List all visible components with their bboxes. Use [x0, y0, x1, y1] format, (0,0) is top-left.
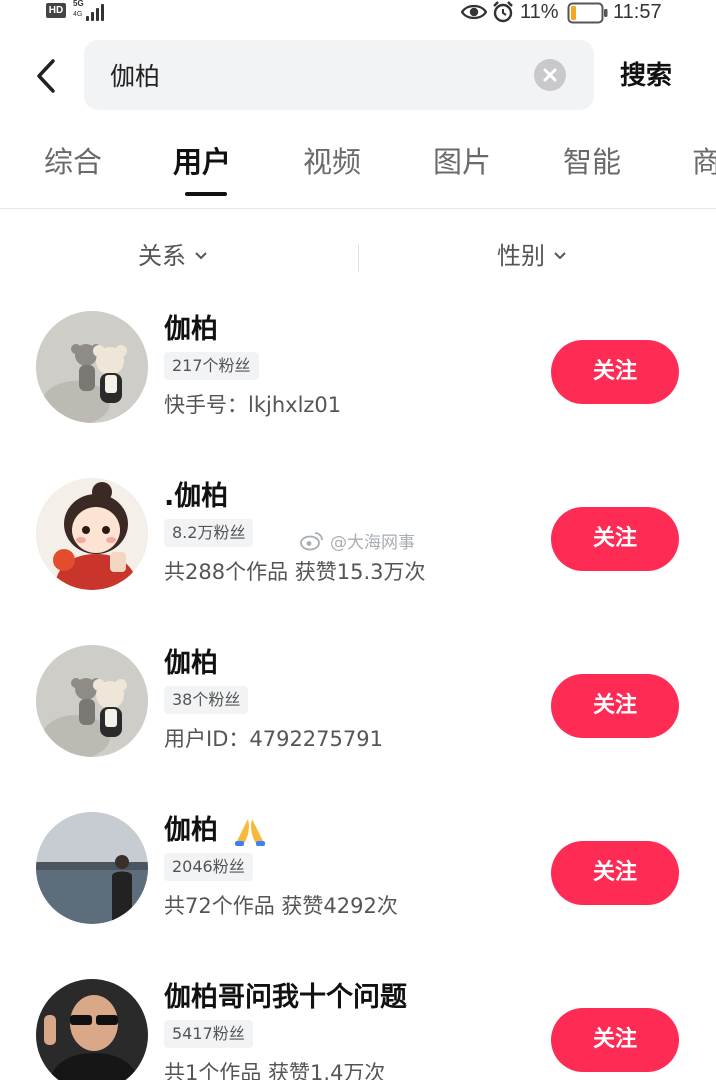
user-meta: 用户ID：4792275791 — [164, 727, 383, 751]
bear-figurine-avatar — [36, 311, 148, 423]
fans-count-badge: 2046粉丝 — [164, 853, 253, 881]
avatar[interactable] — [36, 645, 148, 757]
man-by-water-avatar — [36, 812, 148, 924]
clear-search-button[interactable] — [534, 59, 566, 91]
tab-smart[interactable]: 智能 — [563, 142, 621, 182]
user-name: .伽柏 — [164, 481, 229, 512]
tab-images[interactable]: 图片 — [433, 142, 491, 182]
hd-badge: HD — [46, 3, 66, 18]
relation-filter-label: 关系 — [138, 242, 186, 270]
user-name: 伽柏 — [164, 813, 267, 849]
result-tabs: 综合 用户 视频 图片 智能 商 — [0, 130, 716, 209]
user-row[interactable]: 伽柏 217个粉丝 快手号：lkjhxlz01 关注 — [0, 296, 716, 463]
eye-icon — [461, 4, 487, 20]
user-name: 伽柏哥问我十个问题 — [164, 982, 407, 1013]
battery-percent: 11% — [520, 1, 559, 23]
avatar[interactable] — [36, 311, 148, 423]
fans-count-badge: 5417粉丝 — [164, 1020, 253, 1048]
bear-figurine-avatar — [36, 645, 148, 757]
user-list: 伽柏 217个粉丝 快手号：lkjhxlz01 关注 .伽柏 8.2万粉丝 共2… — [0, 296, 716, 1080]
user-row[interactable]: 伽柏 38个粉丝 用户ID：4792275791 关注 — [0, 630, 716, 797]
user-meta: 共1个作品 获赞1.4万次 — [164, 1061, 386, 1080]
chevron-down-icon — [195, 252, 207, 260]
user-name: 伽柏 — [164, 314, 218, 345]
active-tab-indicator — [185, 192, 227, 196]
signal-icon — [86, 3, 110, 21]
user-name-text: 伽柏 — [164, 815, 218, 846]
filter-divider — [358, 244, 359, 272]
tab-all[interactable]: 综合 — [44, 142, 102, 182]
user-meta: 快手号：lkjhxlz01 — [164, 393, 342, 417]
praying-hands-icon — [235, 818, 266, 846]
follow-button[interactable]: 关注 — [551, 841, 679, 905]
chevron-down-icon — [554, 252, 566, 260]
status-bar: HD 5G 4G 11% 11:57 — [0, 0, 716, 26]
follow-button[interactable]: 关注 — [551, 674, 679, 738]
tab-users[interactable]: 用户 — [173, 142, 231, 182]
back-arrow-icon — [37, 59, 55, 93]
avatar[interactable] — [36, 979, 148, 1080]
clock: 11:57 — [613, 1, 662, 23]
follow-button[interactable]: 关注 — [551, 340, 679, 404]
close-icon — [543, 68, 557, 82]
cartoon-girl-avatar — [36, 478, 148, 590]
tab-shop[interactable]: 商 — [692, 142, 716, 182]
user-row[interactable]: 伽柏 2046粉丝 共72个作品 获赞4292次 关注 — [0, 797, 716, 964]
user-name: 伽柏 — [164, 648, 218, 679]
watermark: @大海网事 — [300, 528, 415, 553]
avatar[interactable] — [36, 478, 148, 590]
fans-count-badge: 38个粉丝 — [164, 686, 249, 714]
gender-filter[interactable]: 性别 — [497, 238, 567, 274]
man-sunglasses-avatar — [36, 979, 148, 1080]
user-meta: 共288个作品 获赞15.3万次 — [164, 560, 426, 584]
tab-videos[interactable]: 视频 — [303, 142, 361, 182]
gender-filter-label: 性别 — [497, 242, 545, 270]
filter-bar: 关系 性别 — [0, 230, 716, 286]
follow-button[interactable]: 关注 — [551, 1008, 679, 1072]
follow-button[interactable]: 关注 — [551, 507, 679, 571]
network-indicator: 5G 4G — [73, 0, 113, 22]
battery-icon — [567, 2, 608, 24]
network-4g-label: 4G — [73, 11, 83, 18]
alarm-icon — [493, 1, 513, 23]
search-header: 搜索 — [0, 40, 716, 112]
watermark-text: @大海网事 — [330, 533, 415, 553]
fans-count-badge: 8.2万粉丝 — [164, 519, 254, 547]
network-5g-label: 5G — [73, 0, 84, 8]
relation-filter[interactable]: 关系 — [138, 238, 208, 274]
user-meta: 共72个作品 获赞4292次 — [164, 894, 398, 918]
weibo-logo-icon — [300, 531, 323, 550]
search-input[interactable] — [110, 60, 510, 90]
fans-count-badge: 217个粉丝 — [164, 352, 259, 380]
search-submit-button[interactable]: 搜索 — [620, 58, 672, 94]
search-box[interactable] — [84, 40, 594, 110]
back-button[interactable] — [26, 54, 66, 98]
avatar[interactable] — [36, 812, 148, 924]
user-row[interactable]: 伽柏哥问我十个问题 5417粉丝 共1个作品 获赞1.4万次 关注 — [0, 964, 716, 1080]
